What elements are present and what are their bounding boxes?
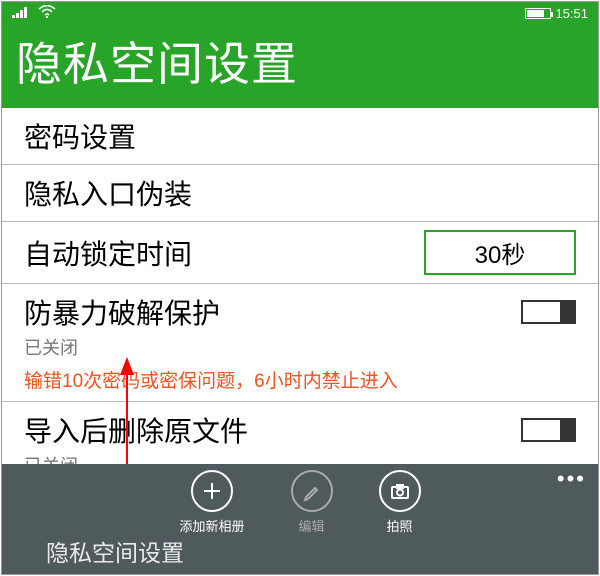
brute-force-toggle[interactable]: [521, 300, 576, 324]
button-label: 编辑: [298, 516, 324, 535]
row-password-settings[interactable]: 密码设置: [2, 108, 598, 165]
appbar-caption: 隐私空间设置: [46, 534, 184, 568]
row-label: 自动锁定时间: [24, 233, 424, 273]
row-auto-lock[interactable]: 自动锁定时间 30秒: [2, 222, 598, 284]
row-state: 已关闭: [24, 334, 576, 360]
camera-button[interactable]: 拍照: [379, 470, 421, 535]
page-title: 隐私空间设置: [16, 28, 584, 94]
pencil-icon: [291, 470, 333, 512]
add-album-button[interactable]: 添加新相册: [179, 470, 244, 535]
app-bar: ••• 添加新相册 编辑 拍照 隐私空间设置: [2, 464, 598, 574]
battery-icon: [525, 8, 551, 19]
status-bar: 15:51: [2, 2, 598, 24]
button-label: 拍照: [386, 516, 412, 535]
edit-button[interactable]: 编辑: [291, 470, 333, 535]
row-brute-force[interactable]: 防暴力破解保护 已关闭 输错10次密码或密保问题，6小时内禁止进入: [2, 284, 598, 402]
row-disguise-entry[interactable]: 隐私入口伪装: [2, 165, 598, 222]
row-label: 密码设置: [24, 116, 576, 156]
row-label: 防暴力破解保护: [24, 292, 521, 332]
camera-icon: [379, 470, 421, 512]
row-warning: 输错10次密码或密保问题，6小时内禁止进入: [24, 366, 576, 393]
button-label: 添加新相册: [179, 516, 244, 535]
row-label: 导入后删除原文件: [24, 410, 521, 450]
signal-icon: [12, 6, 30, 21]
delete-original-toggle[interactable]: [521, 418, 576, 442]
auto-lock-value[interactable]: 30秒: [424, 230, 576, 275]
wifi-icon: [38, 5, 56, 21]
page-header: 隐私空间设置: [2, 24, 598, 108]
plus-icon: [191, 470, 233, 512]
status-time: 15:51: [555, 6, 588, 21]
row-label: 隐私入口伪装: [24, 173, 576, 213]
